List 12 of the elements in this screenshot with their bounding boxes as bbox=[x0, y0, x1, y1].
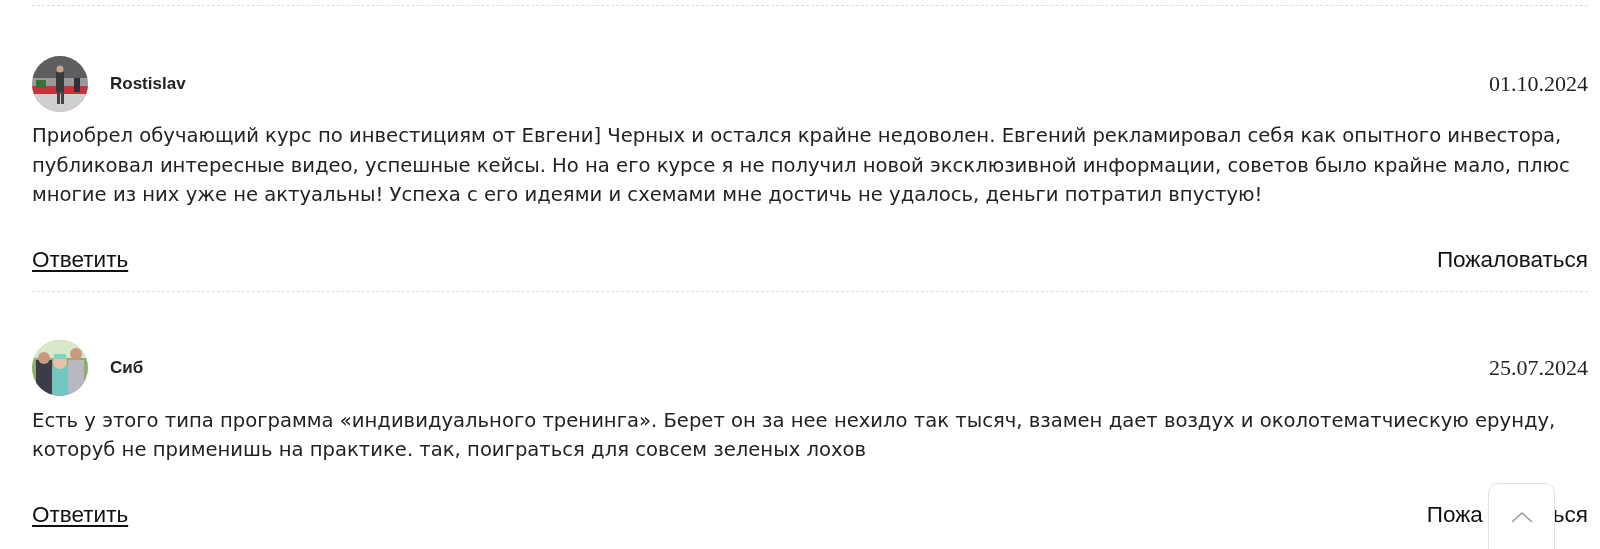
scroll-to-top-button[interactable] bbox=[1488, 483, 1555, 549]
comment-date: 25.07.2024 bbox=[1489, 355, 1588, 381]
report-link[interactable]: Пожаловаться bbox=[1436, 246, 1588, 273]
comment-text: Приобрел обучающий курс по инвестициям от Евгени] Черных и остался крайне недоволен. Евгений рекламировал себя как опытного инвестора, публиковал интересные видео, успешные кейсы. Но на его курсе я не получил новой эксклюзивной информации, советов было крайне мало, плюс многие из них уже не актуальны! Успеха с его идеями и схемами мне достичь не удалось, деньги потратил впустую! bbox=[32, 123, 1571, 208]
comment-text: Есть у этого типа программа «индивидуального тренинга». Берет он за нее нехило так тысяч, взамен дает воздух и околотематчиескую ерунду, которуб не применишь на практике. так, поиграться для совсем зеленых лохов bbox=[32, 407, 1557, 463]
author-name: Rostislav bbox=[110, 73, 186, 94]
report-link[interactable]: Пожа bbox=[1426, 501, 1483, 528]
chevron-up-icon bbox=[1509, 510, 1534, 524]
comment-date: 01.10.2024 bbox=[1489, 70, 1588, 97]
author-name: Сиб bbox=[110, 358, 144, 378]
reply-link[interactable]: Ответить bbox=[32, 501, 129, 528]
reply-link[interactable]: Ответить bbox=[32, 246, 129, 273]
